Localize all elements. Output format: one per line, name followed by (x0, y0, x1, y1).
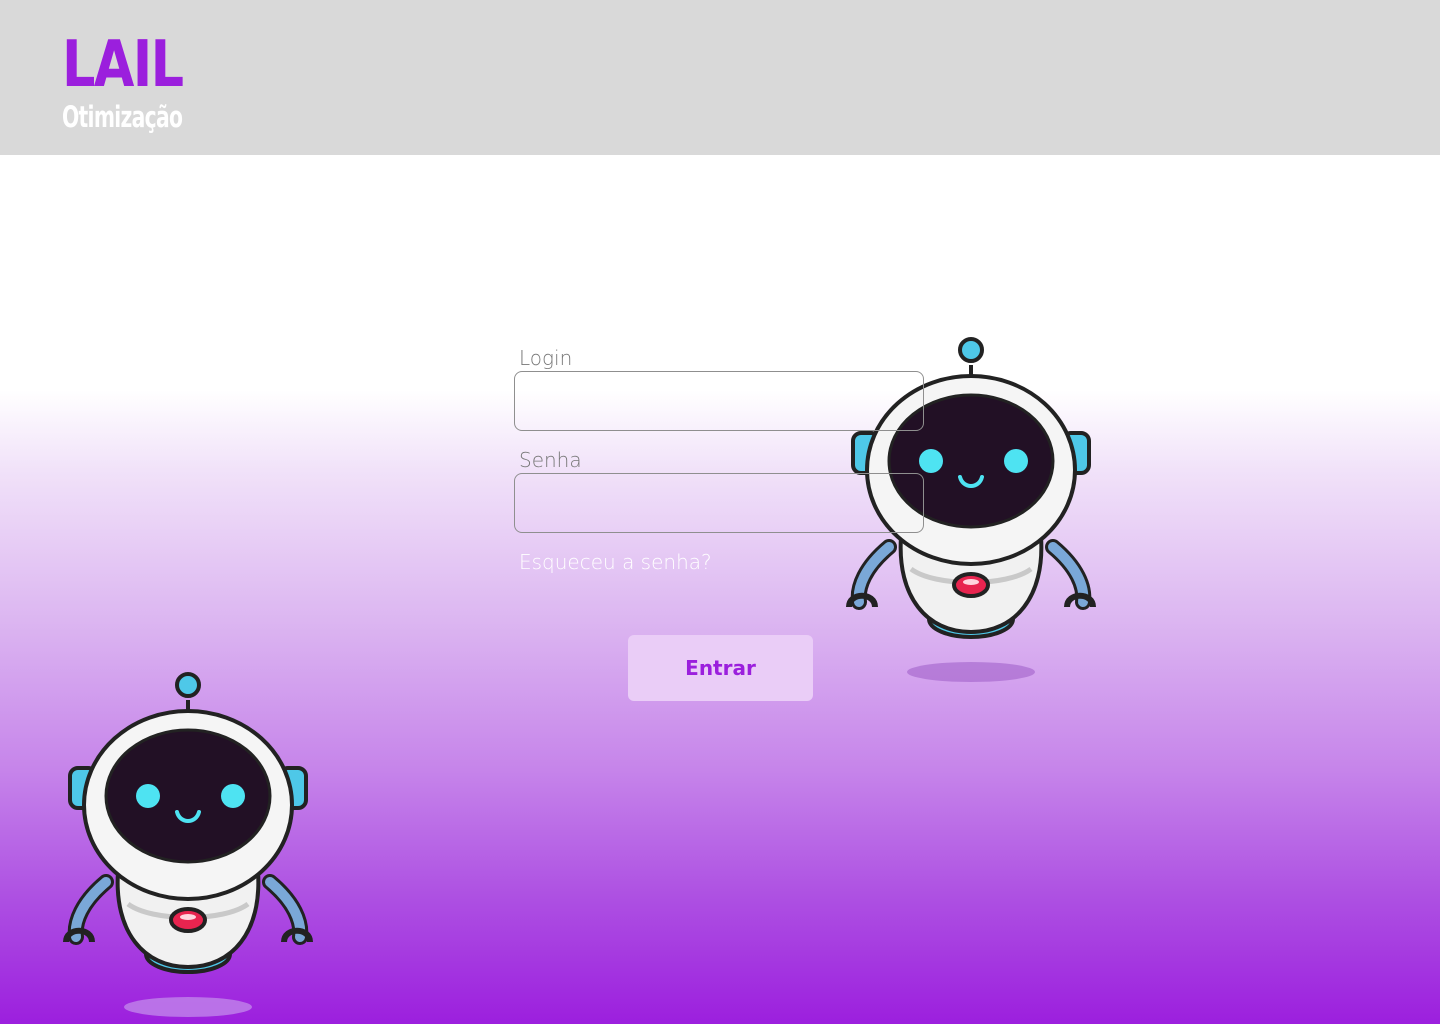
robot-mascot-icon (63, 672, 313, 1017)
login-submit-button[interactable]: Entrar (628, 635, 813, 701)
forgot-password-link[interactable]: Esqueceu a senha? (519, 549, 712, 575)
password-label: Senha (519, 448, 582, 472)
brand-logo[interactable]: LAIL Otimização (62, 30, 186, 142)
password-input[interactable] (514, 473, 924, 533)
login-input[interactable] (514, 371, 924, 431)
header-bar: LAIL Otimização (0, 0, 1440, 155)
logo-wordmark: LAIL (62, 28, 184, 102)
login-label: Login (519, 346, 573, 370)
login-page: LAIL Otimização Login Senha Esqueceu a s… (0, 0, 1440, 1024)
logo-tagline: Otimização (62, 100, 183, 134)
